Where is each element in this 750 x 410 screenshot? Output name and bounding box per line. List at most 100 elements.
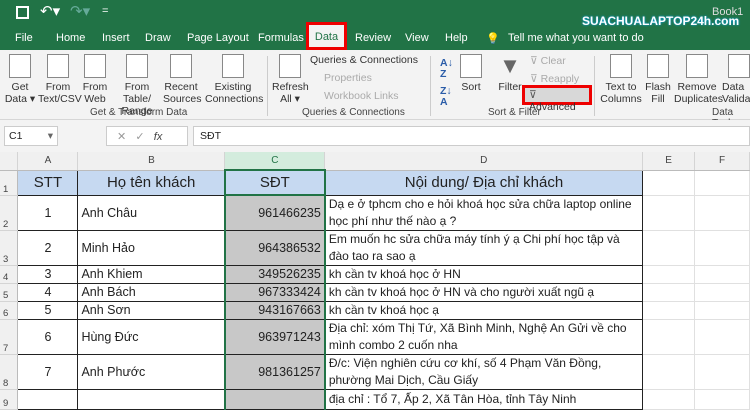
get-data-button[interactable]: Get Data ▾ [4, 54, 36, 105]
existing-connections-button[interactable]: Existing Connections [205, 54, 263, 105]
chevron-down-icon[interactable]: ▾ [48, 130, 53, 142]
sort-za-icon[interactable]: Z↓ A [440, 86, 452, 108]
row-header[interactable]: 9 [0, 389, 19, 410]
tab-formulas[interactable]: Formulas [258, 32, 304, 44]
phone-cell[interactable] [223, 388, 326, 410]
refresh-all-button[interactable]: Refresh All ▾ [272, 54, 309, 105]
cancel-icon[interactable]: ✕ [117, 131, 126, 143]
name-cell[interactable]: Anh Sơn [77, 300, 226, 320]
row-header[interactable]: 4 [0, 265, 19, 284]
column-header-e[interactable]: E [642, 152, 696, 171]
cell[interactable] [642, 283, 696, 302]
cell[interactable] [694, 170, 750, 196]
sort-button[interactable]: Sort [458, 54, 484, 93]
text-to-columns-button[interactable]: Text to Columns [600, 54, 642, 105]
phone-cell[interactable]: 967333424 [223, 282, 326, 302]
cell[interactable] [694, 230, 750, 266]
from-web-button[interactable]: From Web [82, 54, 108, 105]
row-header[interactable]: 3 [0, 230, 19, 266]
header-cell-name[interactable]: Họ tên khách [77, 169, 226, 196]
note-cell[interactable]: Em muốn hc sửa chữa máy tính ý ạ Chi phí… [324, 229, 644, 266]
note-cell[interactable]: kh cần tv khoá học ở HN [324, 264, 644, 284]
phone-cell[interactable]: 961466235 [223, 194, 326, 231]
cell[interactable] [694, 283, 750, 302]
column-header-b[interactable]: B [77, 152, 226, 171]
tab-file[interactable]: File [15, 32, 33, 44]
cell[interactable] [694, 319, 750, 355]
row-header[interactable]: 1 [0, 170, 19, 196]
tab-data[interactable]: Data [306, 22, 347, 50]
save-icon[interactable] [16, 6, 29, 19]
cell[interactable] [642, 195, 696, 231]
name-box[interactable]: C1 ▾ [4, 126, 58, 146]
tab-home[interactable]: Home [56, 32, 85, 44]
column-header-c[interactable]: C [224, 152, 326, 171]
column-header-d[interactable]: D [324, 152, 644, 171]
name-cell[interactable]: Anh Khiem [77, 264, 226, 284]
stt-cell[interactable]: 7 [17, 353, 79, 390]
header-cell-phone-selected[interactable]: SĐT [223, 169, 326, 196]
stt-cell[interactable]: 3 [17, 264, 79, 284]
name-cell[interactable]: Minh Hảo [77, 229, 226, 266]
column-header-a[interactable]: A [17, 152, 79, 171]
cell[interactable] [694, 195, 750, 231]
cell[interactable] [642, 230, 696, 266]
note-cell[interactable]: kh cần tv khoá học ở HN và cho người xuấ… [324, 282, 644, 302]
row-header[interactable]: 7 [0, 319, 19, 355]
flash-fill-button[interactable]: Flash Fill [645, 54, 671, 105]
stt-cell[interactable]: 4 [17, 282, 79, 302]
enter-icon[interactable]: ✓ [135, 131, 144, 143]
tab-help[interactable]: Help [445, 32, 468, 44]
name-cell[interactable]: Hùng Đức [77, 318, 226, 355]
tab-draw[interactable]: Draw [145, 32, 171, 44]
row-header[interactable]: 2 [0, 195, 19, 231]
phone-cell[interactable]: 963971243 [223, 318, 326, 355]
header-cell-stt[interactable]: STT [17, 169, 79, 196]
phone-cell[interactable]: 349526235 [223, 264, 326, 284]
redo-icon[interactable]: ↷▾ [70, 2, 90, 20]
cell[interactable] [642, 265, 696, 284]
cell[interactable] [642, 170, 696, 196]
remove-duplicates-button[interactable]: Remove Duplicates [674, 54, 723, 105]
cell[interactable] [642, 301, 696, 320]
note-cell[interactable]: Đ/c: Viện nghiên cứu cơ khí, số 4 Phạm V… [324, 353, 644, 390]
cell[interactable] [694, 265, 750, 284]
row-header[interactable]: 8 [0, 354, 19, 390]
sort-az-icon[interactable]: A↓ Z [440, 58, 453, 80]
data-validation-button[interactable]: Data Validation [722, 54, 750, 105]
tell-me-search[interactable]: Tell me what you want to do [508, 32, 644, 44]
cell[interactable] [642, 389, 696, 410]
stt-cell[interactable]: 2 [17, 229, 79, 266]
cell[interactable] [642, 354, 696, 390]
queries-connections-button[interactable]: Queries & Connections [310, 54, 418, 66]
tab-page-layout[interactable]: Page Layout [187, 32, 249, 44]
phone-cell[interactable]: 943167663 [223, 300, 326, 320]
row-header[interactable]: 6 [0, 301, 19, 320]
stt-cell[interactable]: 6 [17, 318, 79, 355]
note-cell[interactable]: Địa chỉ: xóm Thị Tứ, Xã Bình Minh, Nghệ … [324, 318, 644, 355]
from-text-csv-button[interactable]: From Text/CSV [38, 54, 82, 105]
cell[interactable] [642, 319, 696, 355]
reapply-button[interactable]: ⊽ Reapply [530, 73, 579, 85]
header-cell-note[interactable]: Nội dung/ Địa chỉ khách [324, 169, 644, 196]
stt-cell[interactable]: 1 [17, 194, 79, 231]
cell[interactable] [694, 301, 750, 320]
name-cell[interactable]: Anh Châu [77, 194, 226, 231]
workbook-links-button[interactable]: Workbook Links [324, 90, 399, 102]
tab-view[interactable]: View [405, 32, 429, 44]
stt-cell[interactable]: 5 [17, 300, 79, 320]
name-cell[interactable]: Anh Phước [77, 353, 226, 390]
recent-sources-button[interactable]: Recent Sources [163, 54, 202, 105]
cell[interactable] [694, 389, 750, 410]
phone-cell[interactable]: 981361257 [223, 353, 326, 390]
undo-icon[interactable]: ↶▾ [40, 2, 60, 20]
phone-cell[interactable]: 964386532 [223, 229, 326, 266]
insert-function-icon[interactable]: fx [154, 131, 163, 143]
tab-insert[interactable]: Insert [102, 32, 130, 44]
column-header-f[interactable]: F [694, 152, 750, 171]
clear-button[interactable]: ⊽ Clear [530, 55, 566, 67]
customize-qat-icon[interactable]: = [102, 5, 108, 17]
name-cell[interactable] [77, 388, 226, 410]
advanced-filter-button[interactable]: ⊽ Advanced [522, 85, 592, 113]
cell[interactable] [694, 354, 750, 390]
